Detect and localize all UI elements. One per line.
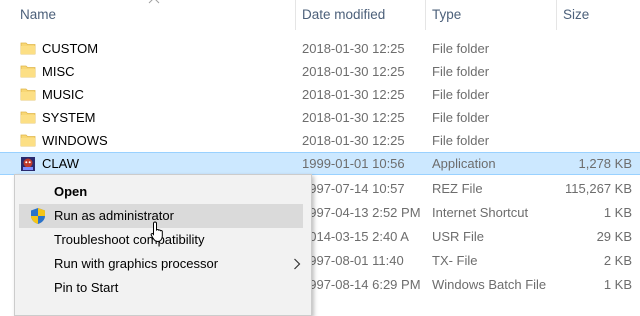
file-size: 115,267 KB — [565, 181, 632, 196]
menu-item-pin-to-start[interactable]: Pin to Start — [15, 276, 311, 300]
menu-item-label: Run with graphics processor — [54, 256, 219, 271]
file-type: Application — [432, 156, 496, 171]
file-type: REZ File — [432, 181, 483, 196]
file-size: 1 KB — [603, 205, 632, 220]
file-date: 1997-04-13 2:52 PM — [302, 205, 421, 220]
file-type: File folder — [432, 133, 490, 148]
file-row[interactable]: MISC 2018-01-30 12:25 File folder — [0, 60, 640, 83]
mouse-cursor-icon — [150, 221, 163, 243]
file-size: 2 KB — [603, 253, 632, 268]
context-menu: Open Run as administrator Troubleshoot c… — [14, 174, 312, 316]
file-name: MISC — [42, 64, 75, 79]
chevron-right-icon — [294, 258, 301, 270]
column-header-bar: Name Date modified Type Size — [0, 0, 640, 30]
file-size: 1,278 KB — [578, 156, 633, 171]
file-type: USR File — [432, 229, 485, 244]
file-date: 1999-01-01 10:56 — [302, 156, 405, 171]
folder-icon — [20, 111, 36, 124]
column-header-type[interactable]: Type — [432, 0, 461, 30]
file-row[interactable]: MUSIC 2018-01-30 12:25 File folder — [0, 83, 640, 106]
uac-shield-icon — [31, 208, 45, 224]
file-date: 1997-08-14 6:29 PM — [302, 277, 421, 292]
file-size: 29 KB — [596, 229, 632, 244]
file-row[interactable]: SYSTEM 2018-01-30 12:25 File folder — [0, 106, 640, 129]
file-name: CUSTOM — [42, 41, 99, 56]
file-type: File folder — [432, 110, 490, 125]
menu-item-label: Troubleshoot compatibility — [54, 232, 205, 247]
menu-item-label: Open — [54, 184, 88, 199]
file-date: 2018-01-30 12:25 — [302, 110, 405, 125]
file-row[interactable]: WINDOWS 2018-01-30 12:25 File folder — [0, 129, 640, 152]
menu-item-open[interactable]: Open — [15, 180, 311, 204]
file-date: 2018-01-30 12:25 — [302, 41, 405, 56]
file-name: MUSIC — [42, 87, 84, 102]
file-row-selected[interactable]: CLAW 1999-01-01 10:56 Application 1,278 … — [0, 152, 640, 175]
column-header-name[interactable]: Name — [20, 0, 56, 30]
folder-icon — [20, 134, 36, 147]
file-type: Windows Batch File — [432, 277, 547, 292]
file-date: 1997-08-01 11:40 — [302, 253, 404, 268]
column-divider[interactable] — [425, 0, 426, 30]
column-divider[interactable] — [556, 0, 557, 30]
file-date: 2018-01-30 12:25 — [302, 64, 405, 79]
file-date: 2018-01-30 12:25 — [302, 87, 405, 102]
file-name: CLAW — [42, 156, 80, 171]
file-name: WINDOWS — [42, 133, 108, 148]
file-size: 1 KB — [603, 277, 632, 292]
file-type: Internet Shortcut — [432, 205, 529, 220]
file-row[interactable]: CUSTOM 2018-01-30 12:25 File folder — [0, 37, 640, 60]
file-name: SYSTEM — [42, 110, 96, 125]
claw-app-icon — [21, 157, 35, 171]
folder-icon — [20, 42, 36, 55]
file-type: File folder — [432, 87, 490, 102]
column-header-date-modified[interactable]: Date modified — [302, 0, 385, 30]
folder-icon — [20, 88, 36, 101]
file-date: 1997-07-14 10:57 — [302, 181, 405, 196]
menu-item-label: Pin to Start — [54, 280, 119, 295]
menu-item-run-with-graphics-processor[interactable]: Run with graphics processor — [15, 252, 311, 276]
folder-icon — [20, 65, 36, 78]
sort-ascending-icon — [148, 0, 160, 4]
file-type: File folder — [432, 41, 490, 56]
column-header-size[interactable]: Size — [563, 0, 589, 30]
file-type: TX- File — [432, 253, 478, 268]
file-type: File folder — [432, 64, 490, 79]
file-date: 2018-01-30 12:25 — [302, 133, 405, 148]
column-divider[interactable] — [295, 0, 296, 30]
file-date: 2014-03-15 2:40 A — [302, 229, 409, 244]
